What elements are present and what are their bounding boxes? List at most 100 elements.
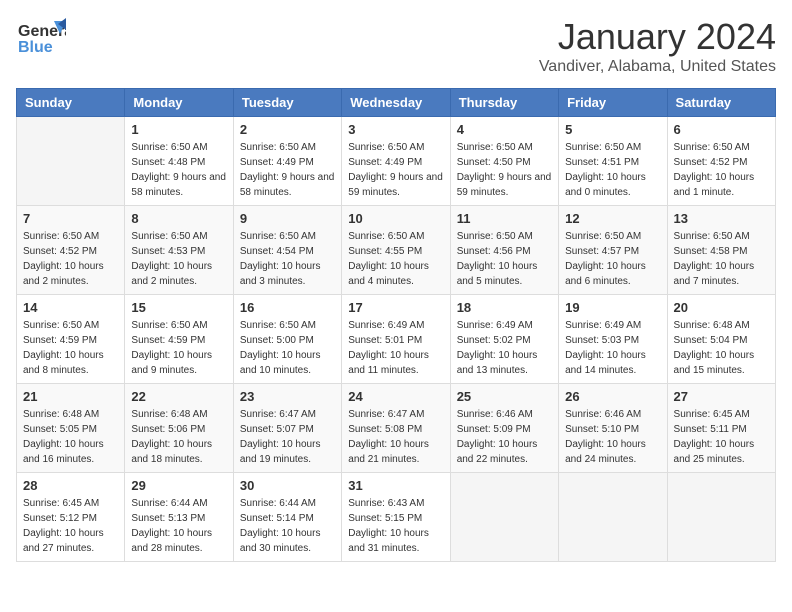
day-number: 21 [23,389,118,404]
day-number: 18 [457,300,552,315]
day-info: Sunrise: 6:46 AMSunset: 5:09 PMDaylight:… [457,407,552,467]
calendar-cell: 31Sunrise: 6:43 AMSunset: 5:15 PMDayligh… [342,473,450,562]
day-info: Sunrise: 6:48 AMSunset: 5:05 PMDaylight:… [23,407,118,467]
calendar-cell [17,117,125,206]
day-info: Sunrise: 6:50 AMSunset: 4:49 PMDaylight:… [240,140,335,200]
weekday-header-friday: Friday [559,89,667,117]
day-number: 24 [348,389,443,404]
day-number: 27 [674,389,769,404]
logo-icon: General Blue [16,16,66,66]
day-number: 7 [23,211,118,226]
day-info: Sunrise: 6:49 AMSunset: 5:01 PMDaylight:… [348,318,443,378]
day-info: Sunrise: 6:50 AMSunset: 4:59 PMDaylight:… [131,318,226,378]
weekday-header-thursday: Thursday [450,89,558,117]
day-info: Sunrise: 6:50 AMSunset: 4:51 PMDaylight:… [565,140,660,200]
day-info: Sunrise: 6:50 AMSunset: 4:54 PMDaylight:… [240,229,335,289]
day-number: 19 [565,300,660,315]
calendar-cell: 4Sunrise: 6:50 AMSunset: 4:50 PMDaylight… [450,117,558,206]
header: General Blue January 2024 Vandiver, Alab… [16,16,776,76]
day-number: 25 [457,389,552,404]
day-info: Sunrise: 6:44 AMSunset: 5:13 PMDaylight:… [131,496,226,556]
svg-text:Blue: Blue [18,39,53,56]
day-info: Sunrise: 6:49 AMSunset: 5:03 PMDaylight:… [565,318,660,378]
day-info: Sunrise: 6:43 AMSunset: 5:15 PMDaylight:… [348,496,443,556]
location-title: Vandiver, Alabama, United States [539,58,776,76]
day-info: Sunrise: 6:50 AMSunset: 4:52 PMDaylight:… [674,140,769,200]
day-info: Sunrise: 6:50 AMSunset: 4:50 PMDaylight:… [457,140,552,200]
calendar-cell: 13 Sunrise: 6:50 AMSunset: 4:58 PMDayligh… [667,206,775,295]
weekday-header-saturday: Saturday [667,89,775,117]
day-info: Sunrise: 6:50 AMSunset: 4:57 PMDaylight:… [565,229,660,289]
day-number: 1 [131,122,226,137]
calendar-cell: 19 Sunrise: 6:49 AMSunset: 5:03 PMDayligh… [559,295,667,384]
day-number: 28 [23,478,118,493]
day-number: 11 [457,211,552,226]
calendar-cell: 5 Sunrise: 6:50 AMSunset: 4:51 PMDaylight… [559,117,667,206]
day-info: Sunrise: 6:48 AMSunset: 5:04 PMDaylight:… [674,318,769,378]
week-row-4: 21 Sunrise: 6:48 AMSunset: 5:05 PMDayligh… [17,384,776,473]
calendar-cell [450,473,558,562]
day-info: Sunrise: 6:47 AMSunset: 5:07 PMDaylight:… [240,407,335,467]
day-number: 15 [131,300,226,315]
week-row-1: 1 Sunrise: 6:50 AMSunset: 4:48 PMDaylight… [17,117,776,206]
week-row-5: 28 Sunrise: 6:45 AMSunset: 5:12 PMDayligh… [17,473,776,562]
weekday-header-monday: Monday [125,89,233,117]
calendar-cell [559,473,667,562]
calendar-cell: 24 Sunrise: 6:47 AMSunset: 5:08 PMDayligh… [342,384,450,473]
day-info: Sunrise: 6:50 AMSunset: 4:58 PMDaylight:… [674,229,769,289]
calendar-cell: 28 Sunrise: 6:45 AMSunset: 5:12 PMDayligh… [17,473,125,562]
day-info: Sunrise: 6:47 AMSunset: 5:08 PMDaylight:… [348,407,443,467]
day-number: 29 [131,478,226,493]
day-number: 8 [131,211,226,226]
calendar-cell: 17 Sunrise: 6:49 AMSunset: 5:01 PMDayligh… [342,295,450,384]
day-number: 10 [348,211,443,226]
day-number: 6 [674,122,769,137]
day-number: 16 [240,300,335,315]
weekday-header-wednesday: Wednesday [342,89,450,117]
week-row-2: 7 Sunrise: 6:50 AMSunset: 4:52 PMDaylight… [17,206,776,295]
calendar-cell: 7 Sunrise: 6:50 AMSunset: 4:52 PMDaylight… [17,206,125,295]
title-area: January 2024 Vandiver, Alabama, United S… [539,16,776,76]
day-number: 3 [348,122,443,137]
day-number: 12 [565,211,660,226]
day-number: 23 [240,389,335,404]
calendar-cell: 10 Sunrise: 6:50 AMSunset: 4:55 PMDayligh… [342,206,450,295]
day-number: 20 [674,300,769,315]
logo: General Blue [16,16,66,66]
day-number: 13 [674,211,769,226]
calendar-cell: 27 Sunrise: 6:45 AMSunset: 5:11 PMDayligh… [667,384,775,473]
calendar-cell [667,473,775,562]
calendar-cell: 9Sunrise: 6:50 AMSunset: 4:54 PMDaylight… [233,206,341,295]
calendar-cell: 20 Sunrise: 6:48 AMSunset: 5:04 PMDayligh… [667,295,775,384]
day-info: Sunrise: 6:50 AMSunset: 4:52 PMDaylight:… [23,229,118,289]
day-info: Sunrise: 6:50 AMSunset: 5:00 PMDaylight:… [240,318,335,378]
calendar: SundayMondayTuesdayWednesdayThursdayFrid… [16,88,776,562]
day-info: Sunrise: 6:45 AMSunset: 5:11 PMDaylight:… [674,407,769,467]
calendar-cell: 26 Sunrise: 6:46 AMSunset: 5:10 PMDayligh… [559,384,667,473]
day-info: Sunrise: 6:50 AMSunset: 4:53 PMDaylight:… [131,229,226,289]
day-info: Sunrise: 6:50 AMSunset: 4:56 PMDaylight:… [457,229,552,289]
day-info: Sunrise: 6:44 AMSunset: 5:14 PMDaylight:… [240,496,335,556]
calendar-cell: 1 Sunrise: 6:50 AMSunset: 4:48 PMDaylight… [125,117,233,206]
weekday-header-row: SundayMondayTuesdayWednesdayThursdayFrid… [17,89,776,117]
calendar-cell: 25 Sunrise: 6:46 AMSunset: 5:09 PMDayligh… [450,384,558,473]
day-info: Sunrise: 6:50 AMSunset: 4:48 PMDaylight:… [131,140,226,200]
day-number: 26 [565,389,660,404]
day-number: 22 [131,389,226,404]
calendar-cell: 11 Sunrise: 6:50 AMSunset: 4:56 PMDayligh… [450,206,558,295]
calendar-cell: 14Sunrise: 6:50 AMSunset: 4:59 PMDayligh… [17,295,125,384]
month-title: January 2024 [539,16,776,58]
day-info: Sunrise: 6:46 AMSunset: 5:10 PMDaylight:… [565,407,660,467]
day-info: Sunrise: 6:50 AMSunset: 4:55 PMDaylight:… [348,229,443,289]
day-info: Sunrise: 6:50 AMSunset: 4:59 PMDaylight:… [23,318,118,378]
day-info: Sunrise: 6:48 AMSunset: 5:06 PMDaylight:… [131,407,226,467]
calendar-cell: 23 Sunrise: 6:47 AMSunset: 5:07 PMDayligh… [233,384,341,473]
day-number: 30 [240,478,335,493]
day-number: 17 [348,300,443,315]
day-number: 5 [565,122,660,137]
calendar-cell: 15 Sunrise: 6:50 AMSunset: 4:59 PMDayligh… [125,295,233,384]
day-info: Sunrise: 6:45 AMSunset: 5:12 PMDaylight:… [23,496,118,556]
week-row-3: 14Sunrise: 6:50 AMSunset: 4:59 PMDayligh… [17,295,776,384]
calendar-cell: 21 Sunrise: 6:48 AMSunset: 5:05 PMDayligh… [17,384,125,473]
day-info: Sunrise: 6:50 AMSunset: 4:49 PMDaylight:… [348,140,443,200]
